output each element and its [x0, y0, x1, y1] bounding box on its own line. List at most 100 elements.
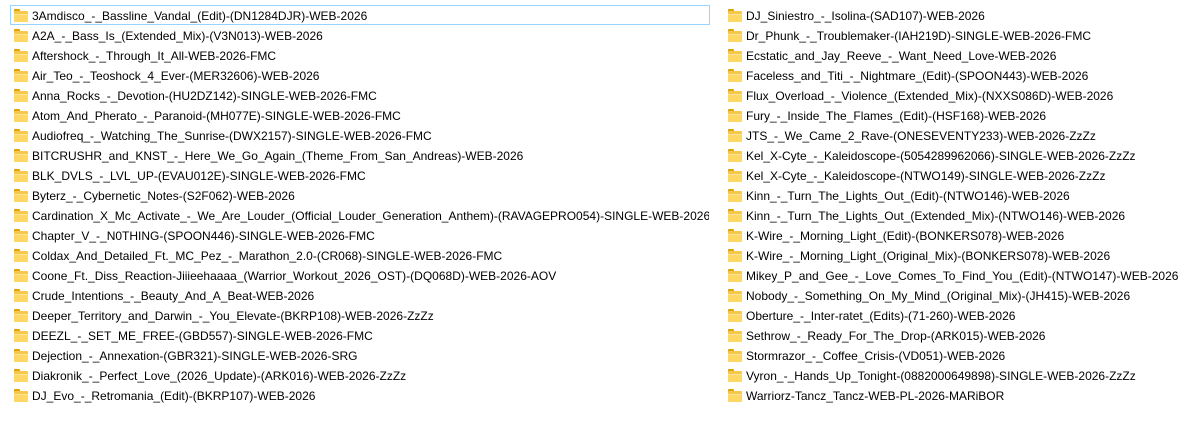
- folder-icon: [14, 229, 28, 242]
- folder-icon: [14, 249, 28, 262]
- folder-name: Sethrow_-_Ready_For_The_Drop-(ARK015)-WE…: [746, 329, 1046, 343]
- folder-item[interactable]: Stormrazor_-_Coffee_Crisis-(VD051)-WEB-2…: [724, 345, 1179, 365]
- folder-item[interactable]: Faceless_and_Titi_-_Nightmare_(Edit)-(SP…: [724, 65, 1179, 85]
- folder-name: Crude_Intentions_-_Beauty_And_A_Beat-WEB…: [32, 289, 315, 303]
- folder-name: BLK_DVLS_-_LVL_UP-(EVAU012E)-SINGLE-WEB-…: [32, 169, 366, 183]
- folder-icon: [728, 289, 742, 302]
- folder-name: BITCRUSHR_and_KNST_-_Here_We_Go_Again_(T…: [32, 149, 524, 163]
- folder-icon: [728, 29, 742, 42]
- folder-icon: [14, 9, 28, 22]
- folder-icon: [728, 309, 742, 322]
- folder-item[interactable]: Fury_-_Inside_The_Flames_(Edit)-(HSF168)…: [724, 105, 1179, 125]
- folder-name: Warriorz-Tancz_Tancz-WEB-PL-2026-MARiBOR: [746, 389, 1005, 403]
- folder-name: DJ_Siniestro_-_Isolina-(SAD107)-WEB-2026: [746, 9, 985, 23]
- folder-name: Aftershock_-_Through_It_All-WEB-2026-FMC: [32, 49, 277, 63]
- folder-name: 3Amdisco_-_Bassline_Vandal_(Edit)-(DN128…: [32, 9, 368, 23]
- folder-item[interactable]: Air_Teo_-_Teoshock_4_Ever-(MER32606)-WEB…: [10, 65, 710, 85]
- folder-icon: [14, 109, 28, 122]
- folder-name: Deeper_Territory_and_Darwin_-_You_Elevat…: [32, 309, 434, 323]
- folder-item[interactable]: Dejection_-_Annexation-(GBR321)-SINGLE-W…: [10, 345, 710, 365]
- folder-icon: [14, 349, 28, 362]
- folder-item[interactable]: A2A_-_Bass_Is_(Extended_Mix)-(V3N013)-WE…: [10, 25, 710, 45]
- folder-icon: [14, 389, 28, 402]
- folder-icon: [14, 149, 28, 162]
- folder-icon: [14, 289, 28, 302]
- folder-item[interactable]: Sethrow_-_Ready_For_The_Drop-(ARK015)-WE…: [724, 325, 1179, 345]
- folder-icon: [728, 349, 742, 362]
- file-column-left: 3Amdisco_-_Bassline_Vandal_(Edit)-(DN128…: [10, 5, 710, 405]
- folder-name: Audiofreq_-_Watching_The_Sunrise-(DWX215…: [32, 129, 432, 143]
- folder-name: Fury_-_Inside_The_Flames_(Edit)-(HSF168)…: [746, 109, 1047, 123]
- folder-icon: [14, 49, 28, 62]
- folder-item[interactable]: BLK_DVLS_-_LVL_UP-(EVAU012E)-SINGLE-WEB-…: [10, 165, 710, 185]
- file-column-right: DJ_Siniestro_-_Isolina-(SAD107)-WEB-2026…: [724, 5, 1179, 405]
- folder-name: Vyron_-_Hands_Up_Tonight-(0882000649898)…: [746, 369, 1136, 383]
- folder-name: Stormrazor_-_Coffee_Crisis-(VD051)-WEB-2…: [746, 349, 1006, 363]
- folder-item[interactable]: JTS_-_We_Came_2_Rave-(ONESEVENTY233)-WEB…: [724, 125, 1179, 145]
- folder-item[interactable]: Cardination_X_Mc_Activate_-_We_Are_Loude…: [10, 205, 710, 225]
- folder-name: Chapter_V_-_N0THING-(SPOON446)-SINGLE-WE…: [32, 229, 375, 243]
- folder-item[interactable]: DJ_Evo_-_Retromania_(Edit)-(BKRP107)-WEB…: [10, 385, 710, 405]
- folder-item[interactable]: Anna_Rocks_-_Devotion-(HU2DZ142)-SINGLE-…: [10, 85, 710, 105]
- folder-icon: [14, 69, 28, 82]
- folder-name: Flux_Overload_-_Violence_(Extended_Mix)-…: [746, 89, 1114, 103]
- folder-item[interactable]: Kel_X-Cyte_-_Kaleidoscope-(NTWO149)-SING…: [724, 165, 1179, 185]
- folder-name: K-Wire_-_Morning_Light_(Edit)-(BONKERS07…: [746, 229, 1065, 243]
- folder-item[interactable]: Kinn_-_Turn_The_Lights_Out_(Extended_Mix…: [724, 205, 1179, 225]
- folder-item[interactable]: 3Amdisco_-_Bassline_Vandal_(Edit)-(DN128…: [10, 5, 710, 25]
- folder-item[interactable]: Audiofreq_-_Watching_The_Sunrise-(DWX215…: [10, 125, 710, 145]
- folder-item[interactable]: Kel_X-Cyte_-_Kaleidoscope-(5054289962066…: [724, 145, 1179, 165]
- folder-item[interactable]: DEEZL_-_SET_ME_FREE-(GBD557)-SINGLE-WEB-…: [10, 325, 710, 345]
- folder-item[interactable]: Ecstatic_and_Jay_Reeve_-_Want_Need_Love-…: [724, 45, 1179, 65]
- folder-name: Anna_Rocks_-_Devotion-(HU2DZ142)-SINGLE-…: [32, 89, 377, 103]
- folder-item[interactable]: Coone_Ft._Diss_Reaction-Jiiieehaaaa_(War…: [10, 265, 710, 285]
- folder-icon: [728, 249, 742, 262]
- folder-item[interactable]: K-Wire_-_Morning_Light_(Original_Mix)-(B…: [724, 245, 1179, 265]
- folder-item[interactable]: DJ_Siniestro_-_Isolina-(SAD107)-WEB-2026: [724, 5, 1179, 25]
- folder-name: DEEZL_-_SET_ME_FREE-(GBD557)-SINGLE-WEB-…: [32, 329, 373, 343]
- folder-item[interactable]: Deeper_Territory_and_Darwin_-_You_Elevat…: [10, 305, 710, 325]
- folder-name: Mikey_P_and_Gee_-_Love_Comes_To_Find_You…: [746, 269, 1179, 283]
- folder-item[interactable]: Nobody_-_Something_On_My_Mind_(Original_…: [724, 285, 1179, 305]
- folder-item[interactable]: Coldax_And_Detailed_Ft._MC_Pez_-_Maratho…: [10, 245, 710, 265]
- folder-icon: [14, 89, 28, 102]
- folder-icon: [728, 169, 742, 182]
- folder-item[interactable]: Dr_Phunk_-_Troublemaker-(IAH219D)-SINGLE…: [724, 25, 1179, 45]
- folder-item[interactable]: Aftershock_-_Through_It_All-WEB-2026-FMC: [10, 45, 710, 65]
- folder-item[interactable]: Byterz_-_Cybernetic_Notes-(S2F062)-WEB-2…: [10, 185, 710, 205]
- folder-icon: [728, 109, 742, 122]
- folder-icon: [728, 129, 742, 142]
- folder-name: Dejection_-_Annexation-(GBR321)-SINGLE-W…: [32, 349, 358, 363]
- folder-item[interactable]: Vyron_-_Hands_Up_Tonight-(0882000649898)…: [724, 365, 1179, 385]
- folder-name: Oberture_-_Inter-ratet_(Edits)-(71-260)-…: [746, 309, 1016, 323]
- folder-item[interactable]: Oberture_-_Inter-ratet_(Edits)-(71-260)-…: [724, 305, 1179, 325]
- folder-item[interactable]: Kinn_-_Turn_The_Lights_Out_(Edit)-(NTWO1…: [724, 185, 1179, 205]
- folder-item[interactable]: Atom_And_Pherato_-_Paranoid-(MH077E)-SIN…: [10, 105, 710, 125]
- folder-name: Cardination_X_Mc_Activate_-_We_Are_Loude…: [32, 209, 710, 223]
- folder-item[interactable]: Crude_Intentions_-_Beauty_And_A_Beat-WEB…: [10, 285, 710, 305]
- folder-item[interactable]: Warriorz-Tancz_Tancz-WEB-PL-2026-MARiBOR: [724, 385, 1179, 405]
- file-list: 3Amdisco_-_Bassline_Vandal_(Edit)-(DN128…: [0, 5, 1185, 430]
- folder-icon: [14, 29, 28, 42]
- folder-name: DJ_Evo_-_Retromania_(Edit)-(BKRP107)-WEB…: [32, 389, 316, 403]
- folder-icon: [728, 369, 742, 382]
- folder-item[interactable]: BITCRUSHR_and_KNST_-_Here_We_Go_Again_(T…: [10, 145, 710, 165]
- folder-icon: [728, 209, 742, 222]
- folder-name: Faceless_and_Titi_-_Nightmare_(Edit)-(SP…: [746, 69, 1089, 83]
- folder-icon: [728, 149, 742, 162]
- folder-icon: [728, 329, 742, 342]
- folder-item[interactable]: Chapter_V_-_N0THING-(SPOON446)-SINGLE-WE…: [10, 225, 710, 245]
- folder-icon: [14, 209, 28, 222]
- folder-icon: [728, 189, 742, 202]
- folder-item[interactable]: Mikey_P_and_Gee_-_Love_Comes_To_Find_You…: [724, 265, 1179, 285]
- folder-item[interactable]: Flux_Overload_-_Violence_(Extended_Mix)-…: [724, 85, 1179, 105]
- folder-name: Kinn_-_Turn_The_Lights_Out_(Extended_Mix…: [746, 209, 1126, 223]
- folder-icon: [14, 369, 28, 382]
- folder-icon: [728, 389, 742, 402]
- folder-icon: [14, 169, 28, 182]
- folder-icon: [728, 89, 742, 102]
- folder-item[interactable]: Diakronik_-_Perfect_Love_(2026_Update)-(…: [10, 365, 710, 385]
- folder-name: Byterz_-_Cybernetic_Notes-(S2F062)-WEB-2…: [32, 189, 295, 203]
- folder-icon: [14, 189, 28, 202]
- folder-item[interactable]: K-Wire_-_Morning_Light_(Edit)-(BONKERS07…: [724, 225, 1179, 245]
